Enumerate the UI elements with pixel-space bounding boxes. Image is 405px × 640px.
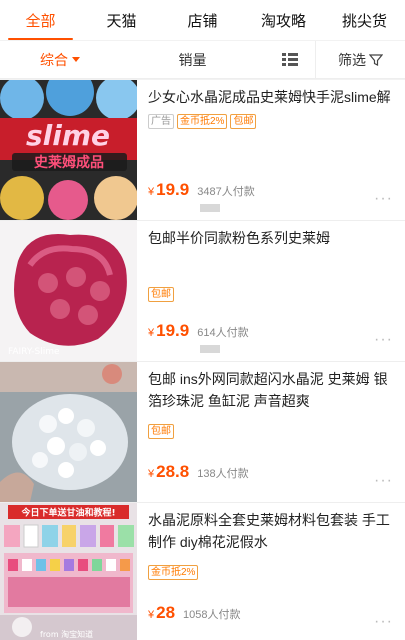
ad-badge: 广告 (148, 114, 174, 129)
product-info: 包邮半价同款粉色系列史莱姆 包邮 ¥ 19.9 614人付款 ··· (148, 227, 395, 355)
price-row: ¥ 28 1058人付款 (148, 603, 241, 623)
product-title[interactable]: 包邮 ins外网同款超闪水晶泥 史莱姆 银箔珍珠泥 鱼缸泥 声音超爽 (148, 368, 395, 412)
tab-tmall[interactable]: 天猫 (81, 0, 162, 40)
tab-all[interactable]: 全部 (0, 0, 81, 40)
thumb-watermark: FAIRY-Slime (8, 347, 60, 357)
sales-count: 138人付款 (197, 468, 249, 480)
product-item[interactable]: 今日下单送甘油和教程! from 淘宝知道 水晶泥原料全套史莱姆材料包套装 手工… (0, 503, 405, 640)
product-tags: 广告 金币抵2% 包邮 (148, 114, 395, 129)
product-list: slime 史莱姆成品 少女心水晶泥成品史莱姆快手泥slime解 广告 金币抵2… (0, 80, 405, 640)
thumb-banner: 今日下单送甘油和教程! (20, 507, 115, 519)
more-options-icon[interactable]: ··· (374, 331, 393, 349)
currency-symbol: ¥ (148, 186, 155, 198)
product-title[interactable]: 水晶泥原料全套史莱姆材料包套装 手工制作 diy棉花泥假水 (148, 509, 395, 553)
list-view-icon (282, 52, 298, 67)
more-options-icon[interactable]: ··· (374, 472, 393, 490)
product-tags: 包邮 (148, 287, 395, 302)
product-info: 水晶泥原料全套史莱姆材料包套装 手工制作 diy棉花泥假水 金币抵2% ¥ 28… (148, 509, 395, 637)
tab-picks[interactable]: 挑尖货 (324, 0, 405, 40)
product-price: 28.8 (156, 462, 190, 481)
sales-count: 614人付款 (197, 327, 249, 339)
view-toggle-button[interactable] (265, 41, 315, 78)
currency-symbol: ¥ (148, 609, 155, 621)
product-item[interactable]: FAIRY-Slime 包邮半价同款粉色系列史莱姆 包邮 ¥ 19.9 614人… (0, 221, 405, 362)
category-tabs: 全部 天猫 店铺 淘攻略 挑尖货 (0, 0, 405, 40)
sort-sales-label: 销量 (178, 51, 207, 68)
filter-label: 筛选 (338, 51, 366, 68)
product-tags: 金币抵2% (148, 565, 395, 580)
thumb-slime-text: slime (26, 119, 110, 152)
free-shipping-badge: 包邮 (148, 424, 174, 439)
product-title[interactable]: 包邮半价同款粉色系列史莱姆 (148, 227, 395, 249)
sales-count: 3487人付款 (197, 186, 255, 198)
product-item[interactable]: 包邮 ins外网同款超闪水晶泥 史莱姆 银箔珍珠泥 鱼缸泥 声音超爽 包邮 ¥ … (0, 362, 405, 503)
tab-guides[interactable]: 淘攻略 (243, 0, 324, 40)
sort-filter-bar: 综合 销量 筛选 (0, 41, 405, 79)
product-info: 包邮 ins外网同款超闪水晶泥 史莱姆 银箔珍珠泥 鱼缸泥 声音超爽 包邮 ¥ … (148, 368, 395, 496)
free-shipping-badge: 包邮 (230, 114, 257, 129)
product-item[interactable]: slime 史莱姆成品 少女心水晶泥成品史莱姆快手泥slime解 广告 金币抵2… (0, 80, 405, 221)
sales-count: 1058人付款 (183, 609, 241, 621)
sort-default-label: 综合 (40, 51, 68, 68)
price-row: ¥ 19.9 614人付款 (148, 321, 249, 341)
sort-default-button[interactable]: 综合 (0, 41, 120, 78)
product-info: 少女心水晶泥成品史莱姆快手泥slime解 广告 金币抵2% 包邮 ¥ 19.9 … (148, 86, 395, 214)
shop-info-redacted (200, 204, 220, 212)
currency-symbol: ¥ (148, 468, 155, 480)
product-price: 19.9 (156, 321, 190, 340)
more-options-icon[interactable]: ··· (374, 613, 393, 631)
product-image[interactable]: 今日下单送甘油和教程! from 淘宝知道 (0, 503, 137, 640)
free-shipping-badge: 包邮 (148, 287, 174, 302)
product-image[interactable]: slime 史莱姆成品 (0, 80, 137, 220)
price-row: ¥ 28.8 138人付款 (148, 462, 249, 482)
coin-discount-badge: 金币抵2% (177, 114, 228, 129)
product-image[interactable]: FAIRY-Slime (0, 221, 137, 361)
coin-discount-badge: 金币抵2% (148, 565, 199, 580)
product-price: 19.9 (156, 180, 190, 199)
product-price: 28 (156, 603, 176, 622)
product-title[interactable]: 少女心水晶泥成品史莱姆快手泥slime解 (148, 86, 395, 108)
funnel-icon (369, 53, 383, 66)
currency-symbol: ¥ (148, 327, 155, 339)
product-image[interactable] (0, 362, 137, 502)
tab-shops[interactable]: 店铺 (162, 0, 243, 40)
sort-sales-button[interactable]: 销量 (120, 41, 265, 78)
product-tags: 包邮 (148, 424, 395, 439)
caret-down-icon (72, 57, 80, 62)
more-options-icon[interactable]: ··· (374, 190, 393, 208)
filter-button[interactable]: 筛选 (315, 41, 405, 78)
thumb-cn-text: 史莱姆成品 (34, 154, 104, 171)
price-row: ¥ 19.9 3487人付款 (148, 180, 255, 200)
thumb-watermark: from 淘宝知道 (40, 629, 93, 639)
shop-info-redacted (200, 345, 220, 353)
